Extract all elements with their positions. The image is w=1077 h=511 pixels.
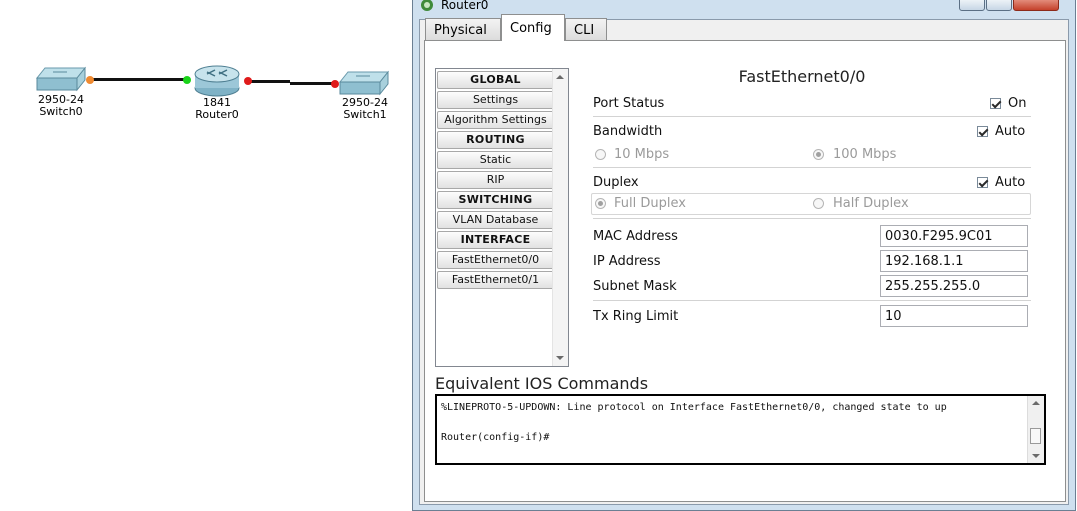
- bandwidth-auto-label: Auto: [995, 124, 1026, 139]
- config-tab-body: GLOBAL Settings Algorithm Settings ROUTI…: [424, 40, 1066, 502]
- nav-header-interface[interactable]: INTERFACE: [437, 231, 554, 249]
- bandwidth-10-radio[interactable]: [595, 149, 606, 160]
- link-status-red: [244, 77, 252, 85]
- scroll-up-icon[interactable]: [1032, 401, 1040, 405]
- window-client-area: Physical Config CLI GLOBAL Settings Algo…: [419, 14, 1069, 505]
- half-duplex-label: Half Duplex: [833, 196, 909, 211]
- device-name: Router0: [195, 108, 239, 121]
- half-duplex-radio[interactable]: [813, 198, 824, 209]
- switch-icon[interactable]: [35, 66, 87, 92]
- interface-title: FastEthernet0/0: [738, 67, 866, 86]
- divider: [593, 300, 1031, 301]
- port-status-checkbox[interactable]: [990, 98, 1001, 109]
- link-switch0-router0[interactable]: [88, 78, 188, 81]
- scroll-thumb[interactable]: [1030, 428, 1041, 444]
- nav-item-fastethernet0-1[interactable]: FastEthernet0/1: [437, 271, 554, 289]
- nav-header-routing[interactable]: ROUTING: [437, 131, 554, 149]
- ios-scrollbar[interactable]: [1027, 396, 1044, 463]
- link-status-orange: [86, 76, 94, 84]
- subnet-mask-label: Subnet Mask: [593, 279, 677, 294]
- nav-item-settings[interactable]: Settings: [437, 91, 554, 109]
- port-status-on-label: On: [1008, 96, 1027, 111]
- tab-label: Physical: [434, 23, 487, 38]
- device-name: Switch0: [39, 105, 83, 118]
- nav-header-switching[interactable]: SWITCHING: [437, 191, 554, 209]
- device-label-router0: 1841 Router0: [192, 97, 242, 121]
- ip-address-label: IP Address: [593, 254, 661, 269]
- duplex-label: Duplex: [593, 175, 639, 190]
- tx-ring-limit-label: Tx Ring Limit: [593, 309, 679, 324]
- tab-cli[interactable]: CLI: [565, 18, 607, 40]
- nav-items: GLOBAL Settings Algorithm Settings ROUTI…: [437, 71, 554, 291]
- full-duplex-label: Full Duplex: [614, 196, 686, 211]
- divider: [593, 167, 1031, 168]
- device-name: Switch1: [343, 108, 387, 121]
- nav-item-fastethernet0-0[interactable]: FastEthernet0/0: [437, 251, 554, 269]
- duplex-auto-checkbox[interactable]: [977, 177, 988, 188]
- bandwidth-10-label: 10 Mbps: [614, 147, 670, 162]
- tx-ring-limit-field[interactable]: 10: [880, 305, 1028, 327]
- packet-tracer-app-icon: [421, 0, 433, 11]
- scroll-down-icon[interactable]: [1032, 454, 1040, 458]
- bandwidth-label: Bandwidth: [593, 124, 663, 139]
- bandwidth-100-radio[interactable]: [813, 149, 824, 160]
- router-config-window: Router0 Physical Config CLI GLOBAL Setti…: [412, 0, 1076, 511]
- full-duplex-radio[interactable]: [595, 198, 606, 209]
- link-router0-switch1-b[interactable]: [290, 82, 336, 85]
- bandwidth-100-label: 100 Mbps: [833, 147, 897, 162]
- link-status-green: [183, 76, 191, 84]
- window-title: Router0: [441, 0, 489, 12]
- ip-address-field[interactable]: 192.168.1.1: [880, 250, 1028, 272]
- device-label-switch1: 2950-24 Switch1: [340, 97, 390, 121]
- nav-item-algorithm-settings[interactable]: Algorithm Settings: [437, 111, 554, 129]
- nav-header-global[interactable]: GLOBAL: [437, 71, 554, 89]
- ios-commands-console[interactable]: %LINEPROTO-5-UPDOWN: Line protocol on In…: [435, 394, 1046, 465]
- tab-config[interactable]: Config: [501, 14, 565, 41]
- nav-item-rip[interactable]: RIP: [437, 171, 554, 189]
- tab-label: CLI: [574, 23, 595, 38]
- nav-item-static[interactable]: Static: [437, 151, 554, 169]
- link-router0-switch1[interactable]: [246, 80, 290, 83]
- topology-canvas[interactable]: 2950-24 Switch0 1841 Router0 2950-24 Swi…: [0, 0, 412, 511]
- bandwidth-auto-checkbox[interactable]: [977, 126, 988, 137]
- subnet-mask-field[interactable]: 255.255.255.0: [880, 275, 1028, 297]
- scroll-up-icon[interactable]: [556, 75, 564, 79]
- device-label-switch0: 2950-24 Switch0: [36, 94, 86, 118]
- duplex-auto-label: Auto: [995, 175, 1026, 190]
- scroll-down-icon[interactable]: [556, 356, 564, 360]
- divider: [593, 116, 1031, 117]
- router-icon[interactable]: [193, 64, 241, 98]
- tab-label: Config: [510, 21, 552, 36]
- title-bar[interactable]: Router0: [413, 0, 1075, 13]
- mac-address-label: MAC Address: [593, 229, 678, 244]
- minimize-button[interactable]: [959, 0, 985, 11]
- close-button[interactable]: [1013, 0, 1059, 11]
- mac-address-field[interactable]: 0030.F295.9C01: [880, 225, 1028, 247]
- divider: [593, 218, 1031, 219]
- ios-commands-text: %LINEPROTO-5-UPDOWN: Line protocol on In…: [441, 402, 947, 443]
- maximize-button[interactable]: [986, 0, 1012, 11]
- nav-item-vlan-database[interactable]: VLAN Database: [437, 211, 554, 229]
- port-status-label: Port Status: [593, 96, 665, 111]
- config-nav-list: GLOBAL Settings Algorithm Settings ROUTI…: [435, 68, 569, 367]
- ios-commands-title: Equivalent IOS Commands: [435, 374, 649, 393]
- switch-icon[interactable]: [338, 70, 390, 96]
- tab-physical[interactable]: Physical: [425, 18, 501, 40]
- nav-scrollbar[interactable]: [552, 69, 568, 366]
